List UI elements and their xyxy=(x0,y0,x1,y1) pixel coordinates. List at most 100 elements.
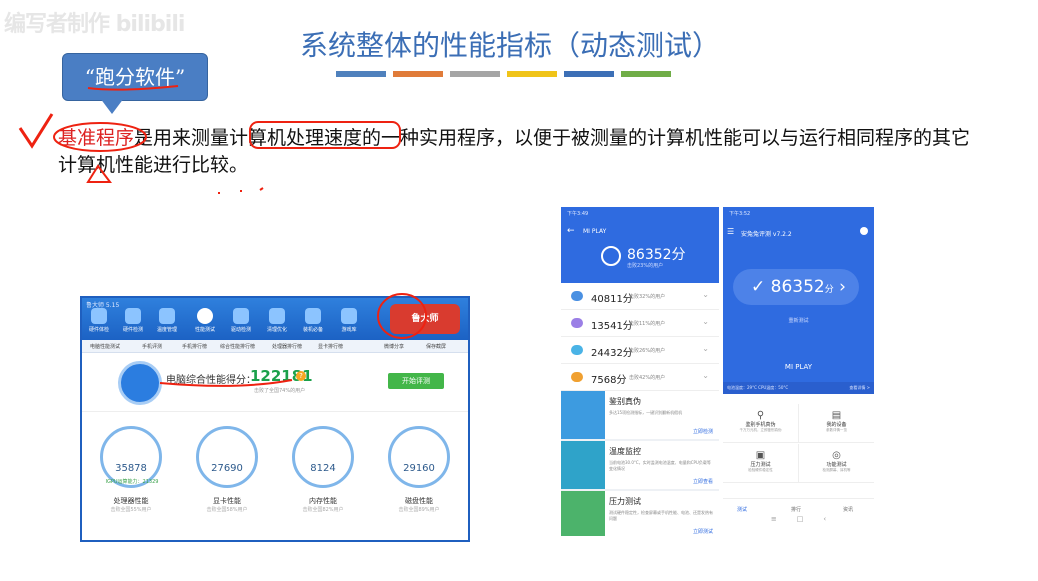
subtab-0[interactable]: 电脑性能测试 xyxy=(90,343,120,350)
total-score: 86352分 xyxy=(627,247,686,263)
score-row-ux[interactable]: 24432分 击败26%的用户 ⌄ xyxy=(561,337,719,364)
watermark: 编写者制作 bilibili xyxy=(4,12,185,37)
component-label: 内存性能 xyxy=(309,497,337,505)
ludashi-tab-5[interactable]: 清理优化 xyxy=(266,308,288,333)
tab-icon xyxy=(125,308,141,324)
help-icon[interactable]: ? xyxy=(296,371,306,381)
disk-ring: 29160 xyxy=(388,426,450,488)
app-name: 安兔兔评测 v7.2.2 xyxy=(741,231,792,238)
grid-stress-test[interactable]: ▣ 压力测试 检验硬件稳定性 xyxy=(723,444,799,483)
definition-paragraph: 基准程序是用来测量计算机处理速度的一种实用程序，以便于被测量的计算机性能可以与运… xyxy=(58,125,978,179)
ludashi-tab-2[interactable]: 温度管理 xyxy=(156,308,178,333)
grid-function-test[interactable]: ◎ 功能测试 检测屏幕、耳机等 xyxy=(799,444,874,483)
ludashi-subtabs: 电脑性能测试 手机评测 手机排行榜 综合性能排行榜 处理器排行榜 显卡排行榜 微… xyxy=(82,340,468,353)
card-stress-test[interactable]: 压力测试 测试硬件稳定性，检查屏幕或手机性能、电池、还是发热有问题 立即测试 xyxy=(561,491,719,536)
ludashi-tab-6[interactable]: 装机必备 xyxy=(302,308,324,333)
grid-authenticity[interactable]: ⚲ 鉴别手机真伪 千万万元机，立即鉴别真伪 xyxy=(723,404,799,443)
component-gpu: 27690 显卡性能 击败全国58%用户 xyxy=(196,426,258,513)
test-now-link[interactable]: 立即测试 xyxy=(693,528,713,535)
ludashi-toolbar: 鲁大师 5.15 硬件体检 硬件检测 温度管理 性能测试 驱动检测 清理优化 装… xyxy=(82,298,468,340)
subtab-5[interactable]: 显卡排行榜 xyxy=(318,343,343,350)
chevron-down-icon: ⌄ xyxy=(702,344,709,353)
chart-icon xyxy=(561,441,605,489)
bottom-tabs: 测试 排行 资讯 xyxy=(723,498,874,515)
dash-annotation xyxy=(218,187,264,194)
score-label: 电脑综合性能得分： xyxy=(166,375,256,386)
grid-my-device[interactable]: ▤ 我的设备 参数详情一览 xyxy=(799,404,874,443)
tab-icon xyxy=(91,308,107,324)
gpu-badge-icon xyxy=(571,318,583,328)
component-value: 27690 xyxy=(211,463,243,474)
feature-grid: ⚲ 鉴别手机真伪 千万万元机，立即鉴别真伪 ▤ 我的设备 参数详情一览 ▣ 压力测试 检验硬… xyxy=(723,394,874,512)
ludashi-tab-0[interactable]: 硬件体检 xyxy=(88,308,110,333)
color-bar-2 xyxy=(393,71,443,77)
component-value: 8124 xyxy=(310,463,336,474)
gpu-ring: 27690 xyxy=(196,426,258,488)
tab-icon xyxy=(341,308,357,324)
view-now-link[interactable]: 立即查看 xyxy=(693,478,713,485)
antutu-detail-screenshot: 下午3:49 ← MI PLAY 86352分 击败23%的用户 40811分击… xyxy=(561,207,719,536)
component-disk: 29160 磁盘性能 击败全国89%用户 xyxy=(388,426,450,513)
ludashi-tab-4[interactable]: 驱动检测 xyxy=(230,308,252,333)
chevron-down-icon: ⌄ xyxy=(702,371,709,380)
share-link[interactable]: 微博分享 xyxy=(384,343,404,350)
component-sub: 击败全国89%用户 xyxy=(398,507,440,513)
ludashi-tab-7[interactable]: 游戏库 xyxy=(338,308,360,333)
back-icon[interactable]: ‹ xyxy=(823,515,826,523)
menu-icon[interactable]: ≡ xyxy=(771,515,777,523)
check-circle-icon xyxy=(601,246,621,266)
ludashi-score-area: 电脑综合性能得分： 122181 ? 击败了全国74%的用户 开始评测 xyxy=(82,353,468,412)
check-now-link[interactable]: 立即检测 xyxy=(693,428,713,435)
home-score: ✓ 86352分 › xyxy=(751,277,846,297)
tab-icon xyxy=(159,308,175,324)
ludashi-tab-1[interactable]: 硬件检测 xyxy=(122,308,144,333)
device-name: MI PLAY xyxy=(583,228,607,235)
term-highlight: 基准程序 xyxy=(58,127,135,149)
tab-ranking[interactable]: 排行 xyxy=(791,506,801,513)
system-nav-bar: ≡ □ ‹ xyxy=(723,515,874,527)
cpu-badge-icon xyxy=(571,291,583,301)
component-sub: 击败全国55%用户 xyxy=(110,507,152,513)
subtab-4[interactable]: 处理器排行榜 xyxy=(272,343,302,350)
chip-icon: ▣ xyxy=(755,450,766,461)
ludashi-tab-3[interactable]: 性能测试 xyxy=(194,308,216,333)
hamburger-icon[interactable]: ☰ xyxy=(727,227,734,236)
chevron-down-icon: ⌄ xyxy=(702,317,709,326)
card-temperature[interactable]: 温度监控 当前电池30.0°C，实时监测电池温度、电量和CPU负载等变化情况 立即查… xyxy=(561,441,719,491)
tab-news[interactable]: 资讯 xyxy=(843,506,853,513)
component-label: 显卡性能 xyxy=(213,497,241,505)
tab-icon xyxy=(269,308,285,324)
back-arrow-icon[interactable]: ← xyxy=(567,226,575,236)
memory-ring: 8124 xyxy=(292,426,354,488)
chevron-down-icon: ⌄ xyxy=(702,290,709,299)
home-header: 下午3:52 ☰ 安兔兔评测 v7.2.2 ✓ 86352分 › 重新测试 MI… xyxy=(723,207,874,382)
profile-icon[interactable] xyxy=(860,227,868,235)
status-time: 下午3:52 xyxy=(729,211,751,217)
score-row-mem[interactable]: 7568分 击败42%的用户 ⌄ xyxy=(561,364,719,391)
subtab-2[interactable]: 手机排行榜 xyxy=(182,343,207,350)
score-row-cpu[interactable]: 40811分 击败32%的用户 ⌄ xyxy=(561,283,719,310)
tab-icon xyxy=(233,308,249,324)
component-value: 29160 xyxy=(403,463,435,474)
color-bar-1 xyxy=(336,71,386,77)
score-description: 击败了全国74%的用户 xyxy=(254,388,306,394)
card-authenticity[interactable]: 鉴别真伪 多达15项检测指标，一键识别翻新机假机 立即检测 xyxy=(561,391,719,441)
component-label: 磁盘性能 xyxy=(405,497,433,505)
component-sub: 击败全国82%用户 xyxy=(302,507,344,513)
tab-test[interactable]: 测试 xyxy=(737,506,747,513)
temperature-bar: 电池温度：29°C CPU温度：50°C 查看详情 > xyxy=(723,382,874,394)
start-test-button[interactable]: 开始评测 xyxy=(388,373,444,389)
color-bar-5 xyxy=(564,71,614,77)
score-row-gpu[interactable]: 13541分 击败11%的用户 ⌄ xyxy=(561,310,719,337)
home-icon[interactable]: □ xyxy=(797,515,804,523)
view-details-link[interactable]: 查看详情 > xyxy=(849,385,870,391)
retest-link[interactable]: 重新测试 xyxy=(723,317,874,324)
save-screenshot-link[interactable]: 保存截屏 xyxy=(426,343,446,350)
component-sub: 击败全国58%用户 xyxy=(206,507,248,513)
subtab-3[interactable]: 综合性能排行榜 xyxy=(220,343,255,350)
subtab-1[interactable]: 手机评测 xyxy=(142,343,162,350)
component-memory: 8124 内存性能 击败全国82%用户 xyxy=(292,426,354,513)
tab-icon xyxy=(305,308,321,324)
component-value: 35878 xyxy=(115,463,147,474)
tab-icon xyxy=(197,308,213,324)
